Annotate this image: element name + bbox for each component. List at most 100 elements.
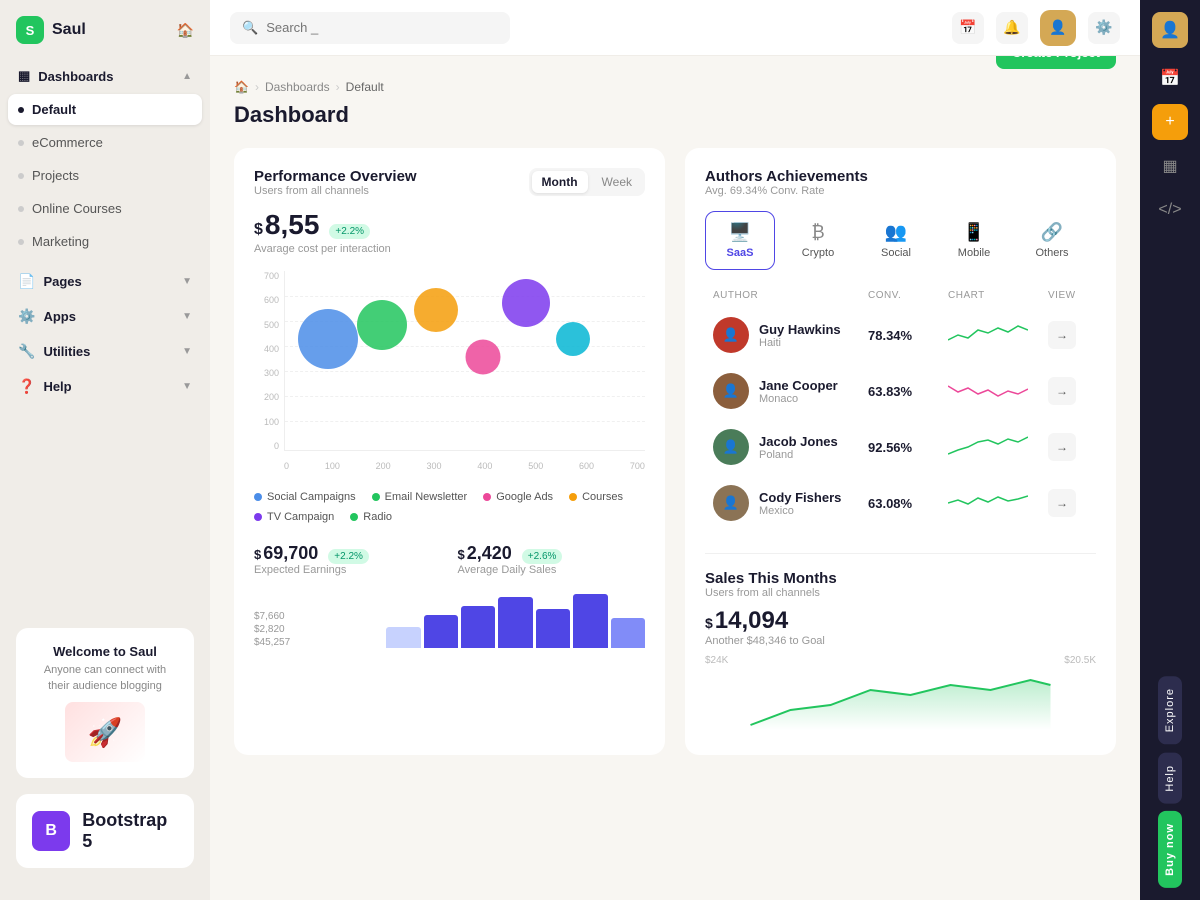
x-axis-labels: 0 100 200 300 400 500 600 700: [284, 461, 645, 471]
sidebar-item-marketing[interactable]: Marketing: [8, 226, 202, 257]
legend-dot: [350, 513, 358, 521]
daily-amount: 2,420: [467, 543, 512, 564]
chevron-icon: ▼: [182, 311, 192, 322]
table-row: 👤 Guy Hawkins Haiti 78.34% →: [705, 309, 1096, 361]
sidebar-item-pages[interactable]: 📄 Pages ▼: [8, 265, 202, 298]
nav-dot: [18, 239, 24, 245]
sidebar-item-apps[interactable]: ⚙️ Apps ▼: [8, 300, 202, 333]
nav-dot: [18, 140, 24, 146]
sales-amount: 14,094: [715, 607, 788, 635]
view-button[interactable]: →: [1048, 377, 1076, 405]
y-label: 700: [254, 271, 279, 281]
sidebar-item-label: Dashboards: [38, 69, 113, 84]
mini-chart: [948, 432, 1028, 462]
avatar: 👤: [713, 485, 749, 521]
search-input[interactable]: [266, 20, 498, 35]
sidebar-item-help[interactable]: ❓ Help ▼: [8, 370, 202, 403]
settings-icon[interactable]: ⚙️: [1088, 12, 1120, 44]
sidebar-item-dashboards[interactable]: ▦ Dashboards ▲: [8, 60, 202, 92]
cat-tab-saas[interactable]: 🖥️ SaaS: [705, 211, 775, 270]
create-project-button[interactable]: Create Project: [996, 56, 1116, 69]
sidebar-item-utilities[interactable]: 🔧 Utilities ▼: [8, 335, 202, 368]
cat-tab-mobile[interactable]: 📱 Mobile: [939, 211, 1009, 270]
user-avatar[interactable]: 👤: [1040, 10, 1076, 46]
view-button[interactable]: →: [1048, 321, 1076, 349]
nav-dot: [18, 206, 24, 212]
view-button[interactable]: →: [1048, 433, 1076, 461]
legend-google-ads: Google Ads: [483, 491, 553, 503]
legend-dot: [254, 493, 262, 501]
right-panel: 👤 📅 + ▦ </> Explore Help Buy now: [1140, 0, 1200, 900]
col-view: VIEW: [1048, 290, 1088, 301]
sidebar-item-label: Online Courses: [32, 201, 122, 216]
month-toggle[interactable]: Month: [532, 171, 588, 193]
card-stats: $ 69,700 +2.2% Expected Earnings $ 2,420…: [254, 543, 645, 576]
bar: [498, 597, 532, 648]
x-label: 100: [325, 461, 340, 471]
page-header: Create Project 🏠 › Dashboards › Default …: [234, 80, 1116, 128]
calendar-icon[interactable]: 📅: [952, 12, 984, 44]
y-axis-labels: 700 600 500 400 300 200 100 0: [254, 271, 279, 451]
help-button[interactable]: Help: [1158, 753, 1182, 804]
view-button[interactable]: →: [1048, 489, 1076, 517]
legend-label: Radio: [363, 511, 392, 523]
author-name: Guy Hawkins: [759, 322, 841, 337]
earnings-dollar: $: [254, 547, 261, 562]
breadcrumb-current: Default: [346, 80, 384, 94]
content-area: Create Project 🏠 › Dashboards › Default …: [210, 56, 1140, 900]
legend-radio: Radio: [350, 511, 392, 523]
notification-icon[interactable]: 🔔: [996, 12, 1028, 44]
explore-button[interactable]: Explore: [1158, 676, 1182, 744]
apps-icon: ⚙️: [18, 308, 35, 325]
cat-tab-others[interactable]: 🔗 Others: [1017, 211, 1087, 270]
x-label: 200: [376, 461, 391, 471]
bubble-chart: 700 600 500 400 300 200 100 0: [254, 271, 645, 471]
week-toggle[interactable]: Week: [592, 171, 642, 193]
bar-value: $45,257: [254, 637, 383, 648]
rp-code-icon[interactable]: </>: [1152, 192, 1188, 228]
astro-illustration: 🚀: [65, 702, 145, 762]
daily-badge: +2.6%: [522, 549, 563, 564]
breadcrumb-dashboards[interactable]: Dashboards: [265, 80, 330, 94]
legend-dot: [372, 493, 380, 501]
chevron-icon: ▼: [182, 276, 192, 287]
bootstrap-text: Bootstrap 5: [82, 810, 178, 852]
cost-display: $ 8,55 +2.2% Avarage cost per interactio…: [254, 209, 645, 255]
sidebar-bottom: Welcome to Saul Anyone can connect with …: [0, 612, 210, 884]
y-label: 400: [254, 344, 279, 354]
bubble-pink: [466, 339, 501, 374]
author-name: Jacob Jones: [759, 434, 838, 449]
cat-tab-social[interactable]: 👥 Social: [861, 211, 931, 270]
rp-avatar[interactable]: 👤: [1152, 12, 1188, 48]
cat-tab-crypto[interactable]: ₿ Crypto: [783, 211, 853, 270]
perf-header: Performance Overview Users from all chan…: [254, 168, 645, 197]
rp-calendar-icon[interactable]: 📅: [1152, 60, 1188, 96]
crypto-icon: ₿: [811, 222, 824, 243]
rp-add-icon[interactable]: +: [1152, 104, 1188, 140]
cost-dollar: $: [254, 221, 263, 239]
cat-label-mobile: Mobile: [958, 247, 990, 259]
bubble-purple: [502, 279, 550, 327]
legend-social-campaigns: Social Campaigns: [254, 491, 356, 503]
legend-label: Social Campaigns: [267, 491, 356, 503]
y-label: 0: [254, 441, 279, 451]
pages-icon: 📄: [18, 273, 35, 290]
sidebar-item-online-courses[interactable]: Online Courses: [8, 193, 202, 224]
buy-button[interactable]: Buy now: [1158, 811, 1182, 888]
welcome-title: Welcome to Saul: [32, 644, 178, 659]
legend-dot: [569, 493, 577, 501]
sidebar-item-ecommerce[interactable]: eCommerce: [8, 127, 202, 158]
bar: [461, 606, 495, 648]
topbar: 🔍 📅 🔔 👤 ⚙️: [210, 0, 1140, 56]
rp-grid-icon[interactable]: ▦: [1152, 148, 1188, 184]
earnings-label: Expected Earnings: [254, 564, 442, 576]
sidebar-item-default[interactable]: Default: [8, 94, 202, 125]
search-box[interactable]: 🔍: [230, 12, 510, 44]
bubble-ads: [414, 288, 458, 332]
back-icon[interactable]: 🏠: [177, 22, 194, 39]
welcome-subtitle: Anyone can connect with their audience b…: [32, 663, 178, 694]
daily-dollar: $: [458, 547, 465, 562]
sidebar-item-projects[interactable]: Projects: [8, 160, 202, 191]
mini-bar-chart: $7,660 $2,820 $45,257: [254, 588, 645, 648]
home-icon[interactable]: 🏠: [234, 80, 249, 94]
